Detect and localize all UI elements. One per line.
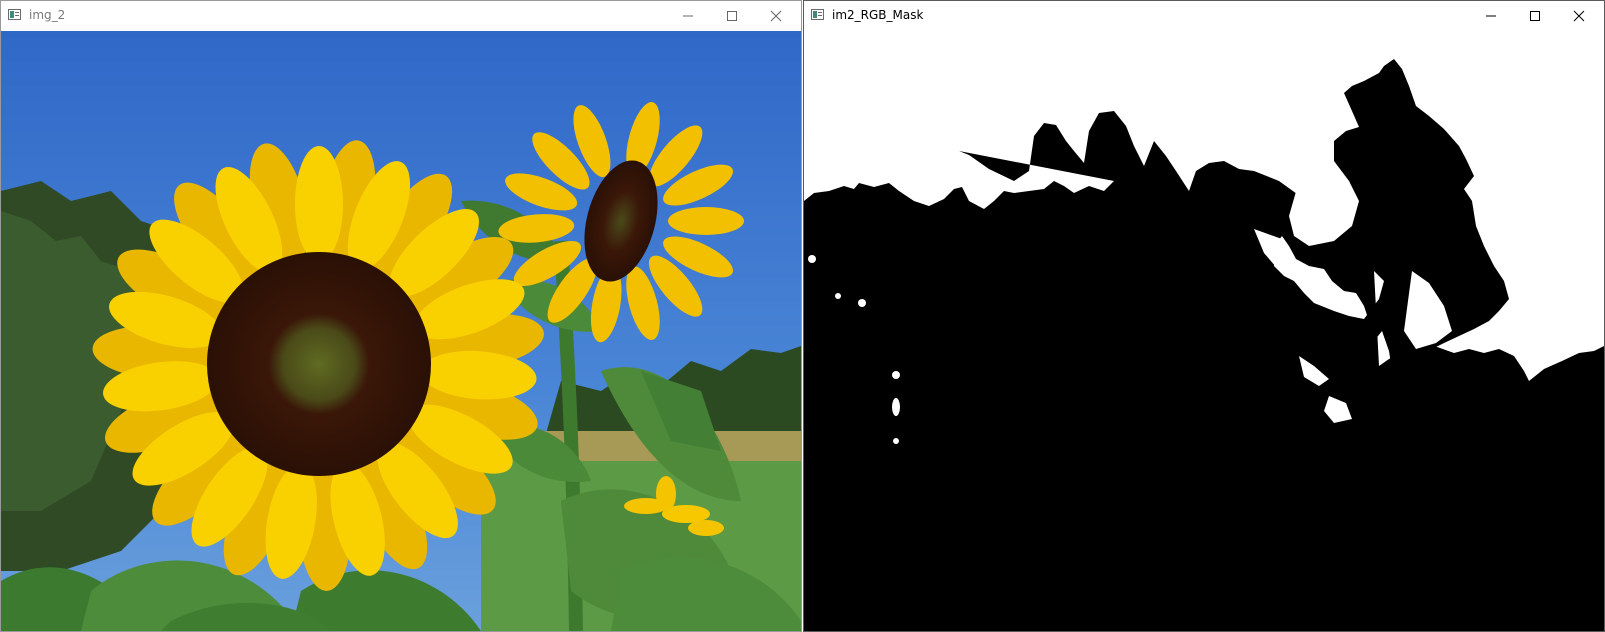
window-img-2[interactable]: img_2	[0, 0, 802, 632]
minimize-button[interactable]	[665, 1, 711, 31]
opencv-window-icon	[8, 9, 21, 20]
close-icon	[1573, 10, 1585, 22]
window-im2-rgb-mask[interactable]: im2_RGB_Mask	[803, 0, 1605, 632]
close-button[interactable]	[753, 1, 799, 31]
binary-mask-image	[804, 31, 1604, 631]
maximize-icon	[1530, 11, 1540, 21]
maximize-button[interactable]	[709, 1, 755, 31]
minimize-button[interactable]	[1468, 1, 1514, 31]
title-bar[interactable]: img_2	[1, 1, 801, 31]
minimize-icon	[1486, 15, 1496, 17]
opencv-window-icon	[811, 9, 824, 20]
sunflower-photo	[1, 31, 801, 631]
maximize-icon	[727, 11, 737, 21]
close-button[interactable]	[1556, 1, 1602, 31]
image-view	[804, 31, 1604, 631]
minimize-icon	[683, 15, 693, 17]
title-bar[interactable]: im2_RGB_Mask	[804, 1, 1604, 31]
maximize-button[interactable]	[1512, 1, 1558, 31]
close-icon	[770, 10, 782, 22]
window-title: im2_RGB_Mask	[832, 8, 924, 22]
image-view	[1, 31, 801, 631]
window-title: img_2	[29, 8, 66, 22]
